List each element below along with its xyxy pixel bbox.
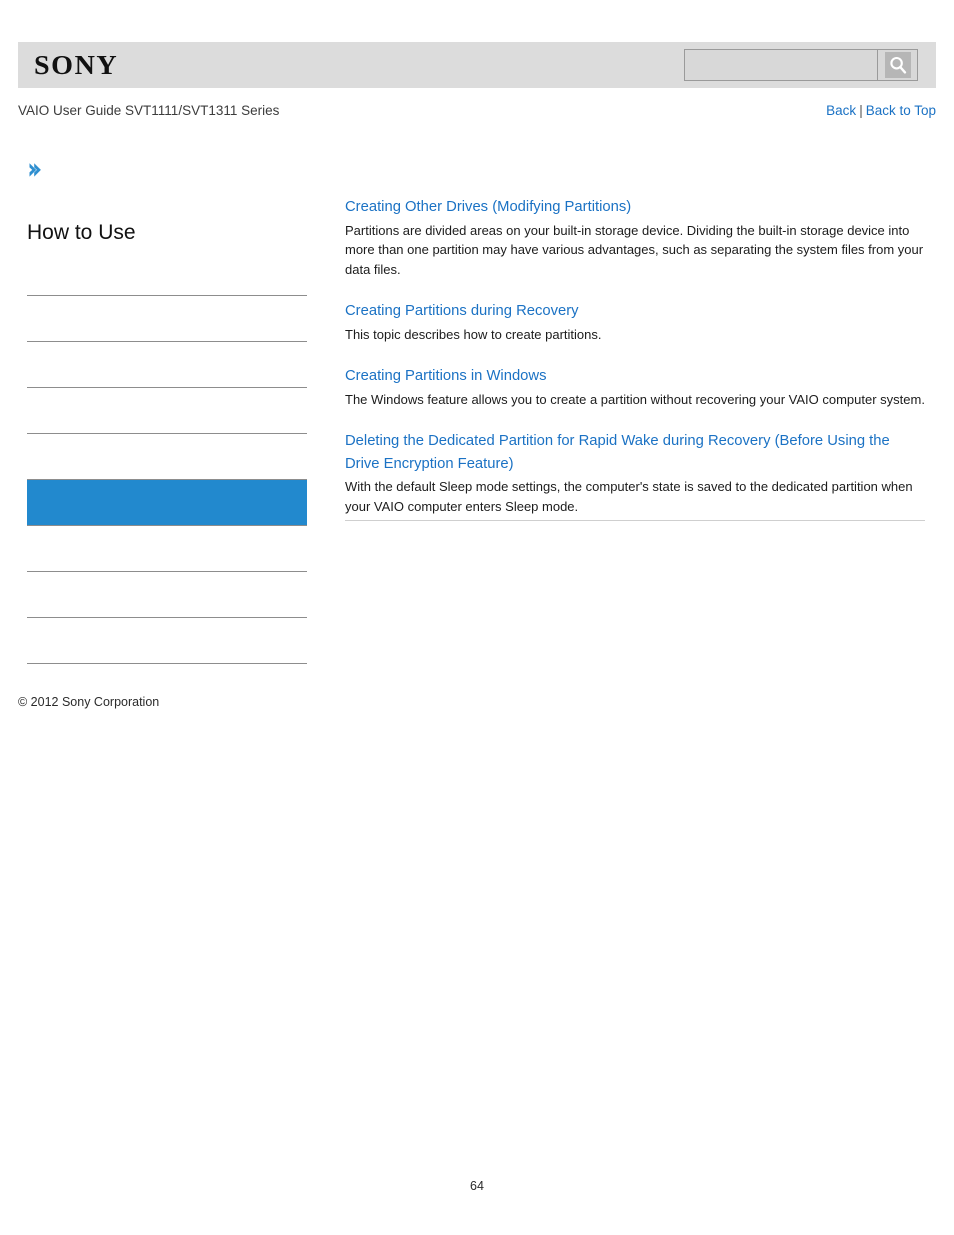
- chevron-right-icon[interactable]: [25, 160, 45, 180]
- page-title: VAIO User Guide SVT1111/SVT1311 Series: [18, 103, 280, 118]
- sidebar-item-0[interactable]: [27, 250, 307, 296]
- back-link[interactable]: Back: [826, 103, 856, 118]
- search-bar: [684, 49, 918, 81]
- sidebar-item-8[interactable]: [27, 618, 307, 664]
- topic-description: With the default Sleep mode settings, th…: [345, 479, 913, 514]
- sidebar-item-1[interactable]: [27, 296, 307, 342]
- topic-entry: Creating Partitions in Windows The Windo…: [345, 365, 927, 409]
- sidebar-item-5-selected[interactable]: [27, 480, 307, 526]
- topic-entry: Creating Partitions during Recovery This…: [345, 300, 927, 344]
- sidebar-item-3[interactable]: [27, 388, 307, 434]
- search-icon: [884, 52, 911, 78]
- topic-link[interactable]: Deleting the Dedicated Partition for Rap…: [345, 430, 927, 475]
- search-button[interactable]: [877, 50, 917, 80]
- link-separator: |: [859, 103, 863, 118]
- page-number: 64: [470, 1179, 484, 1193]
- site-header: SONY: [18, 42, 936, 88]
- page-root: SONY VAIO User Guide SVT1111/SVT1311 Ser…: [0, 0, 954, 1235]
- topic-description: Partitions are divided areas on your bui…: [345, 222, 924, 277]
- topic-entry: Creating Other Drives (Modifying Partiti…: [345, 196, 927, 279]
- topic-link[interactable]: Creating Partitions during Recovery: [345, 300, 927, 323]
- copyright-notice: © 2012 Sony Corporation: [18, 695, 160, 709]
- content-divider: [345, 520, 925, 521]
- header-links: Back | Back to Top: [826, 101, 936, 121]
- sidebar-item-7[interactable]: [27, 572, 307, 618]
- sidebar-heading: How to Use: [27, 221, 136, 244]
- topic-link[interactable]: Creating Partitions in Windows: [345, 365, 927, 388]
- sony-logo: SONY: [34, 50, 119, 80]
- sidebar-nav-list: [27, 250, 307, 664]
- sidebar-item-6[interactable]: [27, 526, 307, 572]
- sidebar-item-4[interactable]: [27, 434, 307, 480]
- topic-entry: Deleting the Dedicated Partition for Rap…: [345, 430, 927, 516]
- sidebar-item-2[interactable]: [27, 342, 307, 388]
- main-content: Creating Other Drives (Modifying Partiti…: [345, 196, 927, 531]
- back-to-top-link[interactable]: Back to Top: [866, 103, 936, 118]
- topic-description: This topic describes how to create parti…: [345, 326, 602, 342]
- topic-link[interactable]: Creating Other Drives (Modifying Partiti…: [345, 196, 927, 219]
- topic-description: The Windows feature allows you to create…: [345, 391, 925, 407]
- breadcrumb: VAIO User Guide SVT1111/SVT1311 Series B…: [18, 101, 936, 121]
- search-input[interactable]: [685, 50, 877, 80]
